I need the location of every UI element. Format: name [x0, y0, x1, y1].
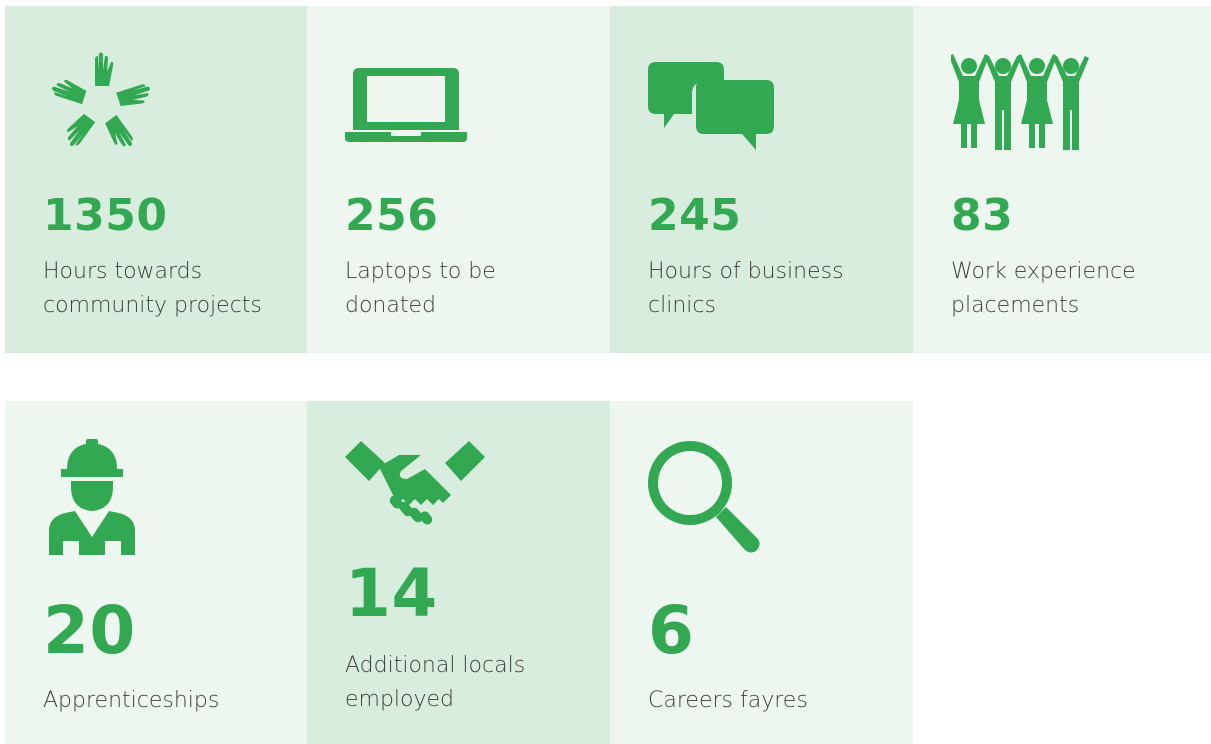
stat-value: 245 [648, 190, 742, 241]
stat-tile-locals-employed: 14 Additional locals employed [307, 401, 610, 744]
laptop-icon [345, 66, 469, 144]
stat-label: Careers fayres [648, 688, 808, 713]
stat-value: 6 [648, 592, 695, 669]
stat-value: 83 [951, 190, 1014, 241]
magnifying-glass-icon [648, 441, 762, 553]
stat-value: 1350 [43, 190, 168, 241]
stat-value: 20 [43, 592, 136, 669]
stat-label: Apprenticeships [43, 688, 220, 713]
handshake-icon [345, 441, 485, 527]
stat-label: Hours of business clinics [648, 259, 844, 318]
group-of-people-icon [951, 54, 1091, 150]
stat-tile-laptops: 256 Laptops to be donated [307, 6, 610, 353]
stat-value: 256 [345, 190, 439, 241]
stat-label: Work experience placements [951, 259, 1136, 318]
stat-tile-business-clinics: 245 Hours of business clinics [610, 6, 913, 353]
construction-worker-icon [45, 439, 139, 555]
stat-tile-work-experience: 83 Work experience placements [913, 6, 1211, 353]
stat-label: Additional locals employed [345, 653, 526, 712]
stat-tile-community-hours: 1350 Hours towards community projects [5, 6, 307, 353]
stat-value: 14 [345, 555, 438, 632]
stat-label: Hours towards community projects [43, 259, 262, 318]
stat-tile-apprenticeships: 20 Apprenticeships [5, 401, 307, 744]
speech-bubbles-icon [648, 62, 774, 150]
hands-circle-icon [43, 50, 159, 158]
stat-label: Laptops to be donated [345, 259, 496, 318]
stat-tile-careers-fayres: 6 Careers fayres [610, 401, 913, 744]
